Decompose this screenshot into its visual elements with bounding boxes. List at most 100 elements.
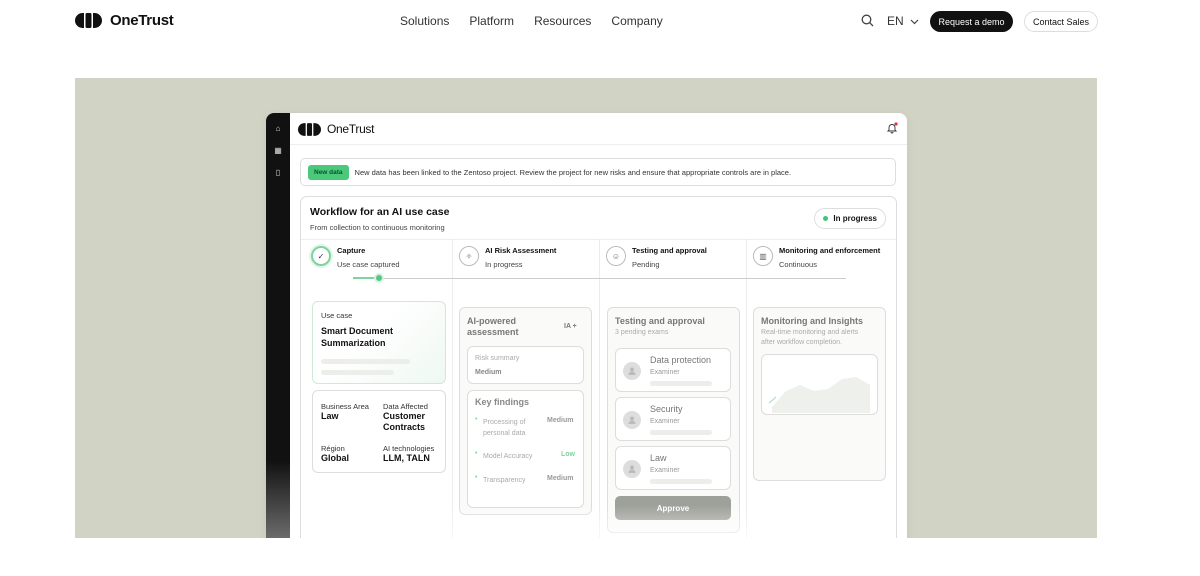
banner-text: New data has been linked to the Zentoso … xyxy=(354,167,792,177)
assessment-title-line2: assessment xyxy=(467,327,519,337)
step-capture[interactable]: ✓ Capture Use case captured xyxy=(301,240,452,295)
bottom-fade xyxy=(301,505,896,538)
language-selector[interactable]: EN xyxy=(887,14,919,28)
step-title: Capture xyxy=(337,246,366,255)
monitoring-chart xyxy=(761,354,878,415)
finding-1-line1: Processing of xyxy=(483,419,526,426)
step-monitoring-enforcement[interactable]: ▥ Monitoring and enforcement Continuous xyxy=(743,240,893,295)
business-area-value: Law xyxy=(321,411,339,421)
ai-tech-value: LLM, TALN xyxy=(383,453,430,463)
exam-role: Examiner xyxy=(650,418,680,425)
nav-link-platform[interactable]: Platform xyxy=(469,14,514,28)
app-sidebar: ⌂ ▦ ▯ xyxy=(266,113,290,538)
step-status: Continuous xyxy=(779,260,817,269)
brand-name: OneTrust xyxy=(110,12,174,29)
ai-tech-label: AI technologies xyxy=(383,444,435,453)
app-header: OneTrust xyxy=(290,113,907,145)
finding-dot-icon: • xyxy=(475,474,478,481)
region-value: Global xyxy=(321,453,350,463)
language-label: EN xyxy=(887,14,904,28)
risk-summary-value: Medium xyxy=(475,369,502,376)
workflow-title: Workflow for an AI use case xyxy=(310,206,450,218)
nav-link-company[interactable]: Company xyxy=(611,14,662,28)
grid-icon[interactable]: ▦ xyxy=(272,144,284,156)
key-findings-title: Key findings xyxy=(475,397,530,407)
placeholder-bar xyxy=(321,370,394,375)
column-divider xyxy=(599,239,600,538)
onetrust-logo-icon xyxy=(298,122,321,136)
contact-sales-button[interactable]: Contact Sales xyxy=(1024,11,1098,32)
column-divider xyxy=(452,239,453,538)
trash-icon[interactable]: ▯ xyxy=(272,166,284,178)
step-status: Pending xyxy=(632,260,660,269)
region-label: Région xyxy=(321,444,345,453)
finding-3-line1: Transparency xyxy=(483,477,526,484)
step-title: Testing and approval xyxy=(632,246,707,255)
exam-name: Security xyxy=(650,404,683,414)
step-status: Use case captured xyxy=(337,260,400,269)
finding-2-level: Low xyxy=(561,451,575,458)
app-brand: OneTrust xyxy=(298,122,374,136)
progress-track xyxy=(353,278,846,279)
monitoring-subtitle-line1: Real-time monitoring and alerts xyxy=(761,329,859,336)
chevron-down-icon xyxy=(910,14,919,28)
status-label: In progress xyxy=(833,214,877,223)
search-icon[interactable] xyxy=(861,14,874,32)
exam-role: Examiner xyxy=(650,369,680,376)
workflow-subtitle: From collection to continuous monitoring xyxy=(310,223,445,232)
exam-role: Examiner xyxy=(650,467,680,474)
status-dot-icon xyxy=(823,216,829,221)
placeholder-bar xyxy=(650,479,712,484)
bell-icon[interactable] xyxy=(886,121,898,139)
data-affected-line2: Contracts xyxy=(383,422,426,432)
app-preview: ⌂ ▦ ▯ OneTrust New data New data has bee… xyxy=(266,113,907,538)
user-icon: ☺ xyxy=(606,246,626,266)
finding-dot-icon: • xyxy=(475,450,478,457)
hero-section: ⌂ ▦ ▯ OneTrust New data New data has bee… xyxy=(75,78,1097,538)
exam-data-protection[interactable]: Data protection Examiner xyxy=(615,348,731,392)
avatar-icon xyxy=(623,460,641,478)
finding-dot-icon: • xyxy=(475,416,478,423)
home-icon[interactable]: ⌂ xyxy=(272,122,284,134)
risk-summary-label: Risk summary xyxy=(475,355,520,362)
finding-1-line2: personal data xyxy=(483,430,526,437)
exam-name: Law xyxy=(650,453,667,463)
exam-security[interactable]: Security Examiner xyxy=(615,397,731,441)
app-brand-name: OneTrust xyxy=(327,122,375,136)
step-ai-risk-assessment[interactable]: ✧ AI Risk Assessment In progress xyxy=(449,240,596,295)
placeholder-bar xyxy=(650,430,712,435)
nav-link-resources[interactable]: Resources xyxy=(534,14,591,28)
finding-3-level: Medium xyxy=(547,475,574,482)
monitoring-subtitle-line2: after workflow completion. xyxy=(761,339,842,346)
step-status: In progress xyxy=(485,260,523,269)
status-badge: In progress xyxy=(814,208,886,229)
data-affected-label: Data Affected xyxy=(383,402,428,411)
ia-badge[interactable]: IA + xyxy=(564,322,577,332)
step-testing-approval[interactable]: ☺ Testing and approval Pending xyxy=(596,240,743,295)
usecase-name-line2: Summarization xyxy=(321,338,386,348)
column-divider xyxy=(746,239,747,538)
finding-2-line1: Model Accuracy xyxy=(483,453,533,460)
monitoring-title: Monitoring and Insights xyxy=(761,316,863,326)
placeholder-bar xyxy=(321,359,410,364)
progress-handle[interactable] xyxy=(374,273,384,283)
nav-link-solutions[interactable]: Solutions xyxy=(400,14,449,28)
brand[interactable]: OneTrust xyxy=(75,12,174,29)
usecase-name-line1: Smart Document xyxy=(321,326,394,336)
business-area-label: Business Area xyxy=(321,402,369,411)
usecase-card[interactable]: Use case Smart Document Summarization xyxy=(312,301,446,384)
finding-1-level: Medium xyxy=(547,417,574,424)
check-icon: ✓ xyxy=(311,246,331,266)
exam-law[interactable]: Law Examiner xyxy=(615,446,731,490)
step-title: AI Risk Assessment xyxy=(485,246,557,255)
usecase-label: Use case xyxy=(321,311,353,320)
monitoring-card: Monitoring and Insights Real-time monito… xyxy=(753,307,886,481)
data-affected-line1: Customer xyxy=(383,411,426,421)
key-findings-card: Key findings • Processing of personal da… xyxy=(467,390,584,508)
testing-card: Testing and approval 3 pending exams Dat… xyxy=(607,307,740,533)
onetrust-logo-icon xyxy=(75,13,102,28)
request-demo-button[interactable]: Request a demo xyxy=(930,11,1013,32)
avatar-icon xyxy=(623,411,641,429)
sparkle-icon: ✧ xyxy=(459,246,479,266)
placeholder-bar xyxy=(650,381,712,386)
